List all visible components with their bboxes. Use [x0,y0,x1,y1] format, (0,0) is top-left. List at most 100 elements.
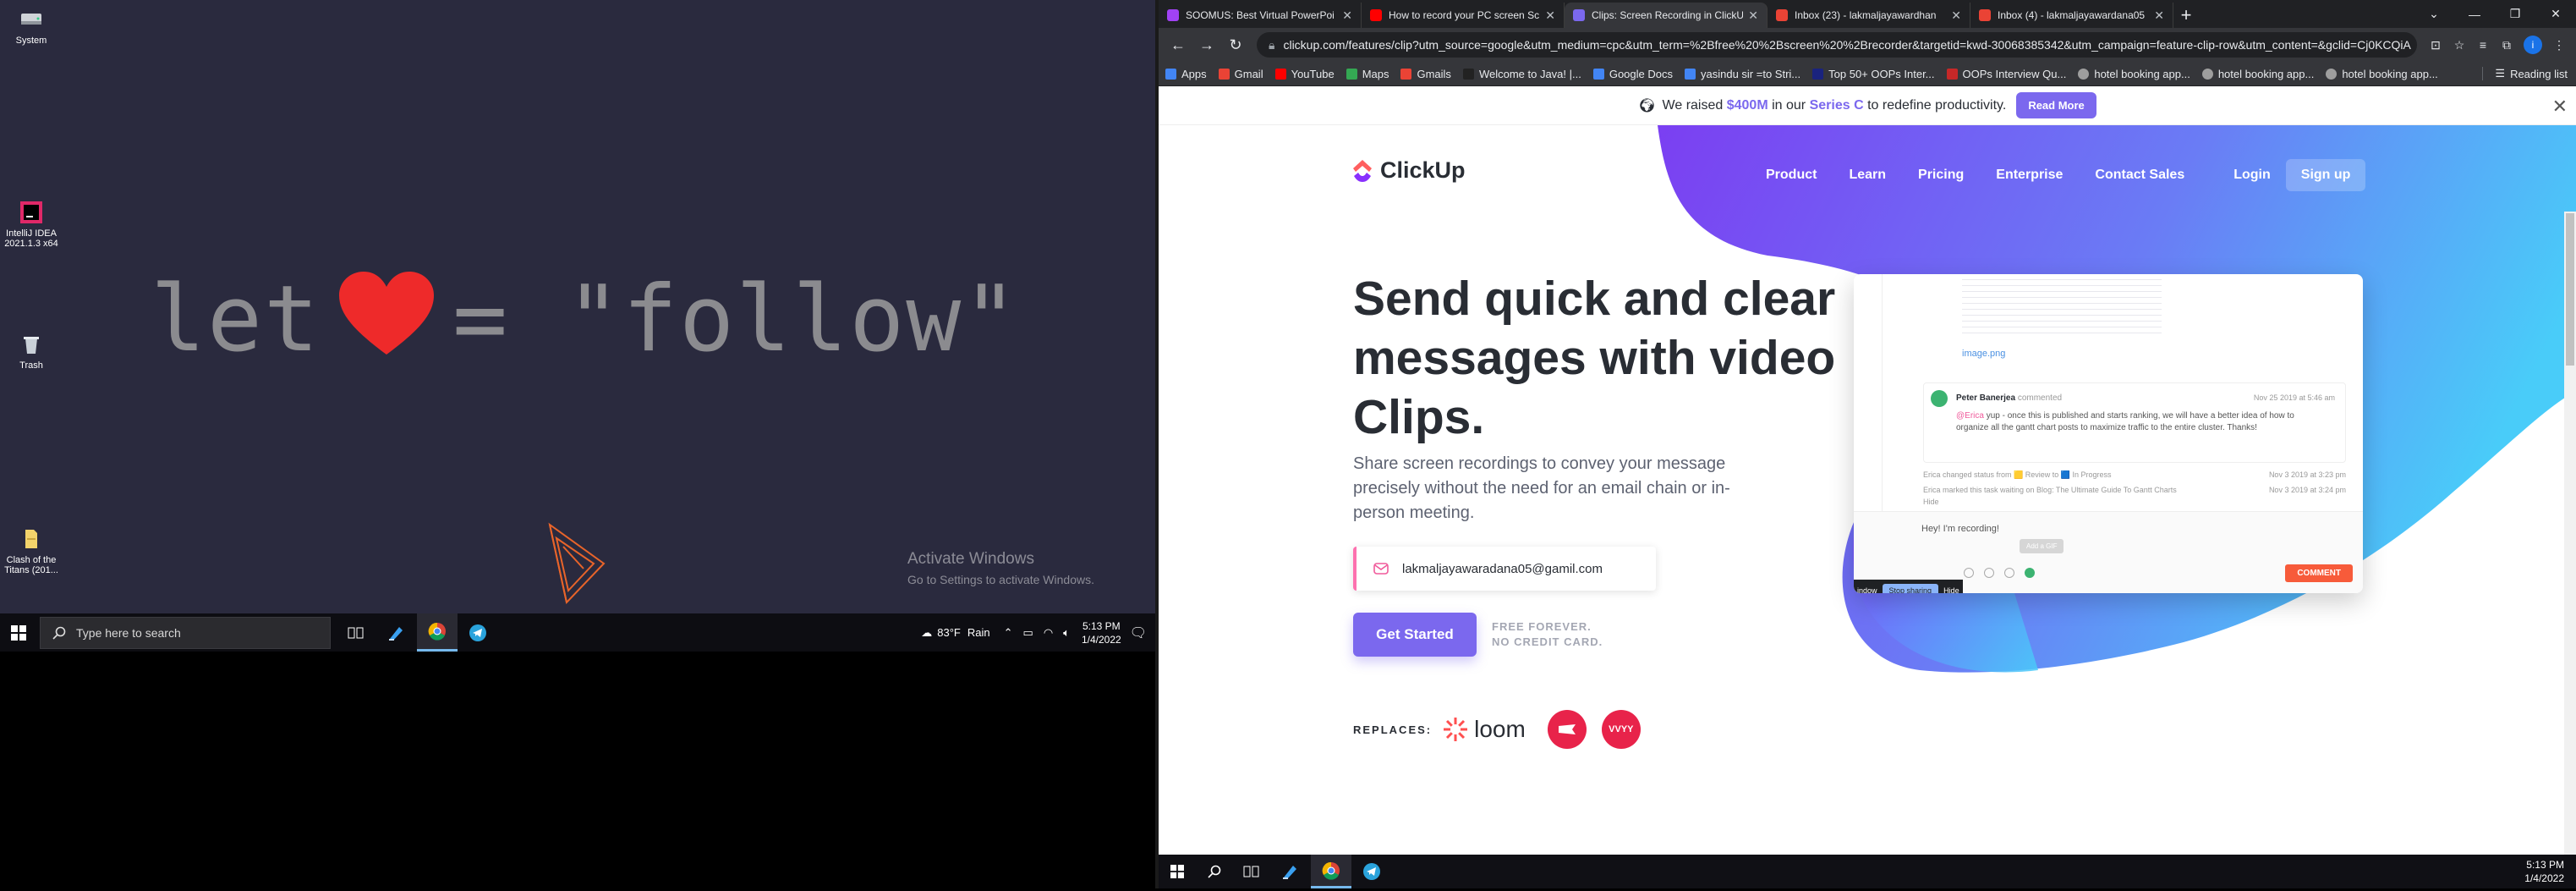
signup-button[interactable]: Sign up [2285,159,2366,191]
nav-pricing[interactable]: Pricing [1918,168,1964,183]
bookmark-item[interactable]: Maps [1346,68,1389,80]
nav-login[interactable]: Login [2233,168,2271,183]
bookmark-item[interactable]: yasindu sir =to Stri... [1685,68,1800,80]
media-control-icon[interactable]: ≡ [2471,33,2495,57]
weather-condition[interactable]: Rain [967,626,990,639]
nav-product[interactable]: Product [1766,168,1817,183]
window-controls: ⌄ — ❐ ✕ [2414,0,2576,28]
browser-tab[interactable]: SOOMUS: Best Virtual PowerPoi ✕ [1159,3,1362,28]
google-icon [2201,68,2213,80]
taskbar-app-telegram[interactable] [458,613,498,652]
free-line-1: FREE FOREVER. [1492,620,1592,633]
paint-app-icon[interactable] [1270,853,1311,891]
task-view-icon[interactable] [1233,853,1270,891]
drive-icon [19,7,44,32]
volume-icon[interactable]: 🔈︎ [1063,626,1070,640]
nav-contact-sales[interactable]: Contact Sales [2095,168,2184,183]
comment-composer: Hey! I'm recording! Add a GIF COMMENT in… [1854,511,2363,593]
close-icon[interactable]: ✕ [1545,8,1555,23]
nav-learn[interactable]: Learn [1849,168,1886,183]
extensions-icon[interactable]: ⧉ [2495,33,2518,57]
email-field[interactable]: lakmaljayawaradana05@gamil.com [1353,547,1656,591]
minimize-icon[interactable]: — [2454,0,2495,28]
desktop-icon-label: Trash [19,360,43,371]
bookmark-star-icon[interactable]: ☆ [2447,33,2471,57]
get-started-button[interactable]: Get Started [1353,613,1477,657]
browser-tab[interactable]: Inbox (4) - lakmaljayawardana05 ✕ [1970,3,2173,28]
scrollbar-thumb[interactable] [2566,213,2574,366]
gmail-icon [1218,68,1230,80]
bookmark-item[interactable]: hotel booking app... [2201,68,2314,80]
desktop-icon-trash[interactable]: Trash [0,332,63,371]
reload-icon[interactable]: ↻ [1221,30,1250,59]
reading-list-button[interactable]: ☰ Reading list [2482,67,2568,80]
start-button[interactable] [1159,853,1196,891]
address-bar[interactable]: 🔒︎ clickup.com/features/clip?utm_source=… [1257,32,2417,58]
bookmark-item[interactable]: hotel booking app... [2078,68,2190,80]
page-scrollbar[interactable] [2564,212,2576,855]
weather-icon: ☁ [921,625,933,639]
profile-avatar[interactable]: i [2524,36,2542,54]
restore-icon[interactable]: ❐ [2495,0,2535,28]
taskbar-clock[interactable]: 5:13 PM 1/4/2022 [1082,619,1121,646]
battery-icon[interactable]: ▭ [1023,626,1033,640]
bookmark-item[interactable]: hotel booking app... [2326,68,2438,80]
desktop-icon-intellij[interactable]: IntelliJ IDEA 2021.1.3 x64 [0,200,63,249]
chrome-icon[interactable] [1311,855,1351,888]
back-arrow-icon[interactable]: ← [1164,30,1192,59]
desktop-icon-system[interactable]: System [0,7,63,46]
windows-icon [1170,865,1184,878]
taskbar-left: Type here to search ☁ 83°F Rain ⌃ ▭ ◠ 🔈︎… [0,613,1155,652]
bookmark-label: Apps [1181,67,1207,80]
browser-tab[interactable]: Inbox (23) - lakmaljayawardhan ✕ [1768,3,1970,28]
notification-icon[interactable]: 🗨︎ [1130,624,1147,641]
bookmark-item[interactable]: Gmails [1400,68,1451,80]
close-icon[interactable]: ✕ [1951,8,1961,23]
bookmark-label: Top 50+ OOPs Inter... [1828,67,1935,80]
install-app-icon[interactable]: ⊡ [2424,33,2447,57]
activate-windows-watermark: Activate Windows Go to Settings to activ… [907,550,1094,586]
bookmark-item[interactable]: Apps [1165,68,1207,80]
browser-tab-active[interactable]: Clips: Screen Recording in ClickUp ✕ [1565,3,1768,28]
read-more-button[interactable]: Read More [2016,92,2096,118]
taskbar-search-box[interactable]: Type here to search [40,616,331,649]
card-sidebar [1854,274,1883,528]
new-tab-button[interactable]: + [2173,3,2199,28]
bookmark-item[interactable]: Top 50+ OOPs Inter... [1812,67,1935,80]
search-icon[interactable] [1196,853,1233,891]
close-window-icon[interactable]: ✕ [2535,0,2576,28]
comment-text: yup - once this is published and starts … [1956,411,2294,432]
free-line-2: NO CREDIT CARD. [1492,635,1603,648]
close-icon[interactable]: ✕ [2552,96,2568,118]
banner-amount: $400M [1726,97,1768,113]
network-icon[interactable]: ◠ [1044,626,1053,640]
tab-search-icon[interactable]: ⌄ [2414,0,2454,28]
image-filename: image.png [1962,349,2006,359]
task-view-button[interactable] [336,613,376,652]
start-button[interactable] [0,613,37,652]
nav-enterprise[interactable]: Enterprise [1996,168,2063,183]
taskbar-app-chrome[interactable] [417,613,458,652]
kebab-menu-icon[interactable]: ⋮ [2547,33,2571,57]
bookmark-item[interactable]: Google Docs [1592,68,1673,80]
bookmark-item[interactable]: Welcome to Java! |... [1462,68,1581,80]
taskbar-app-paint[interactable] [376,613,417,652]
clickup-logo[interactable]: ClickUp [1351,157,1466,184]
bookmark-item[interactable]: Gmail [1218,68,1263,80]
bookmark-item[interactable]: YouTube [1274,68,1335,80]
desktop-icon-folder[interactable]: Clash of the Titans (201... [0,526,63,575]
close-icon[interactable]: ✕ [1748,8,1758,23]
weather-temp[interactable]: 83°F [937,626,961,639]
paint-app-icon [389,626,403,641]
bookmark-item[interactable]: OOPs Interview Qu... [1946,68,2066,80]
close-icon[interactable]: ✕ [2154,8,2164,23]
chevron-up-icon[interactable]: ⌃ [1004,626,1013,640]
forward-arrow-icon[interactable]: → [1192,30,1221,59]
close-icon[interactable]: ✕ [1342,8,1352,23]
taskbar-clock[interactable]: 5:13 PM 1/4/2022 [2524,858,2564,885]
banner-text-post: to redefine productivity. [1867,97,2007,113]
comment-author: Peter Banerjea commented [1956,393,2062,403]
google-icon [2078,68,2090,80]
telegram-icon[interactable] [1351,853,1392,891]
browser-tab[interactable]: How to record your PC screen Sc ✕ [1362,3,1565,28]
